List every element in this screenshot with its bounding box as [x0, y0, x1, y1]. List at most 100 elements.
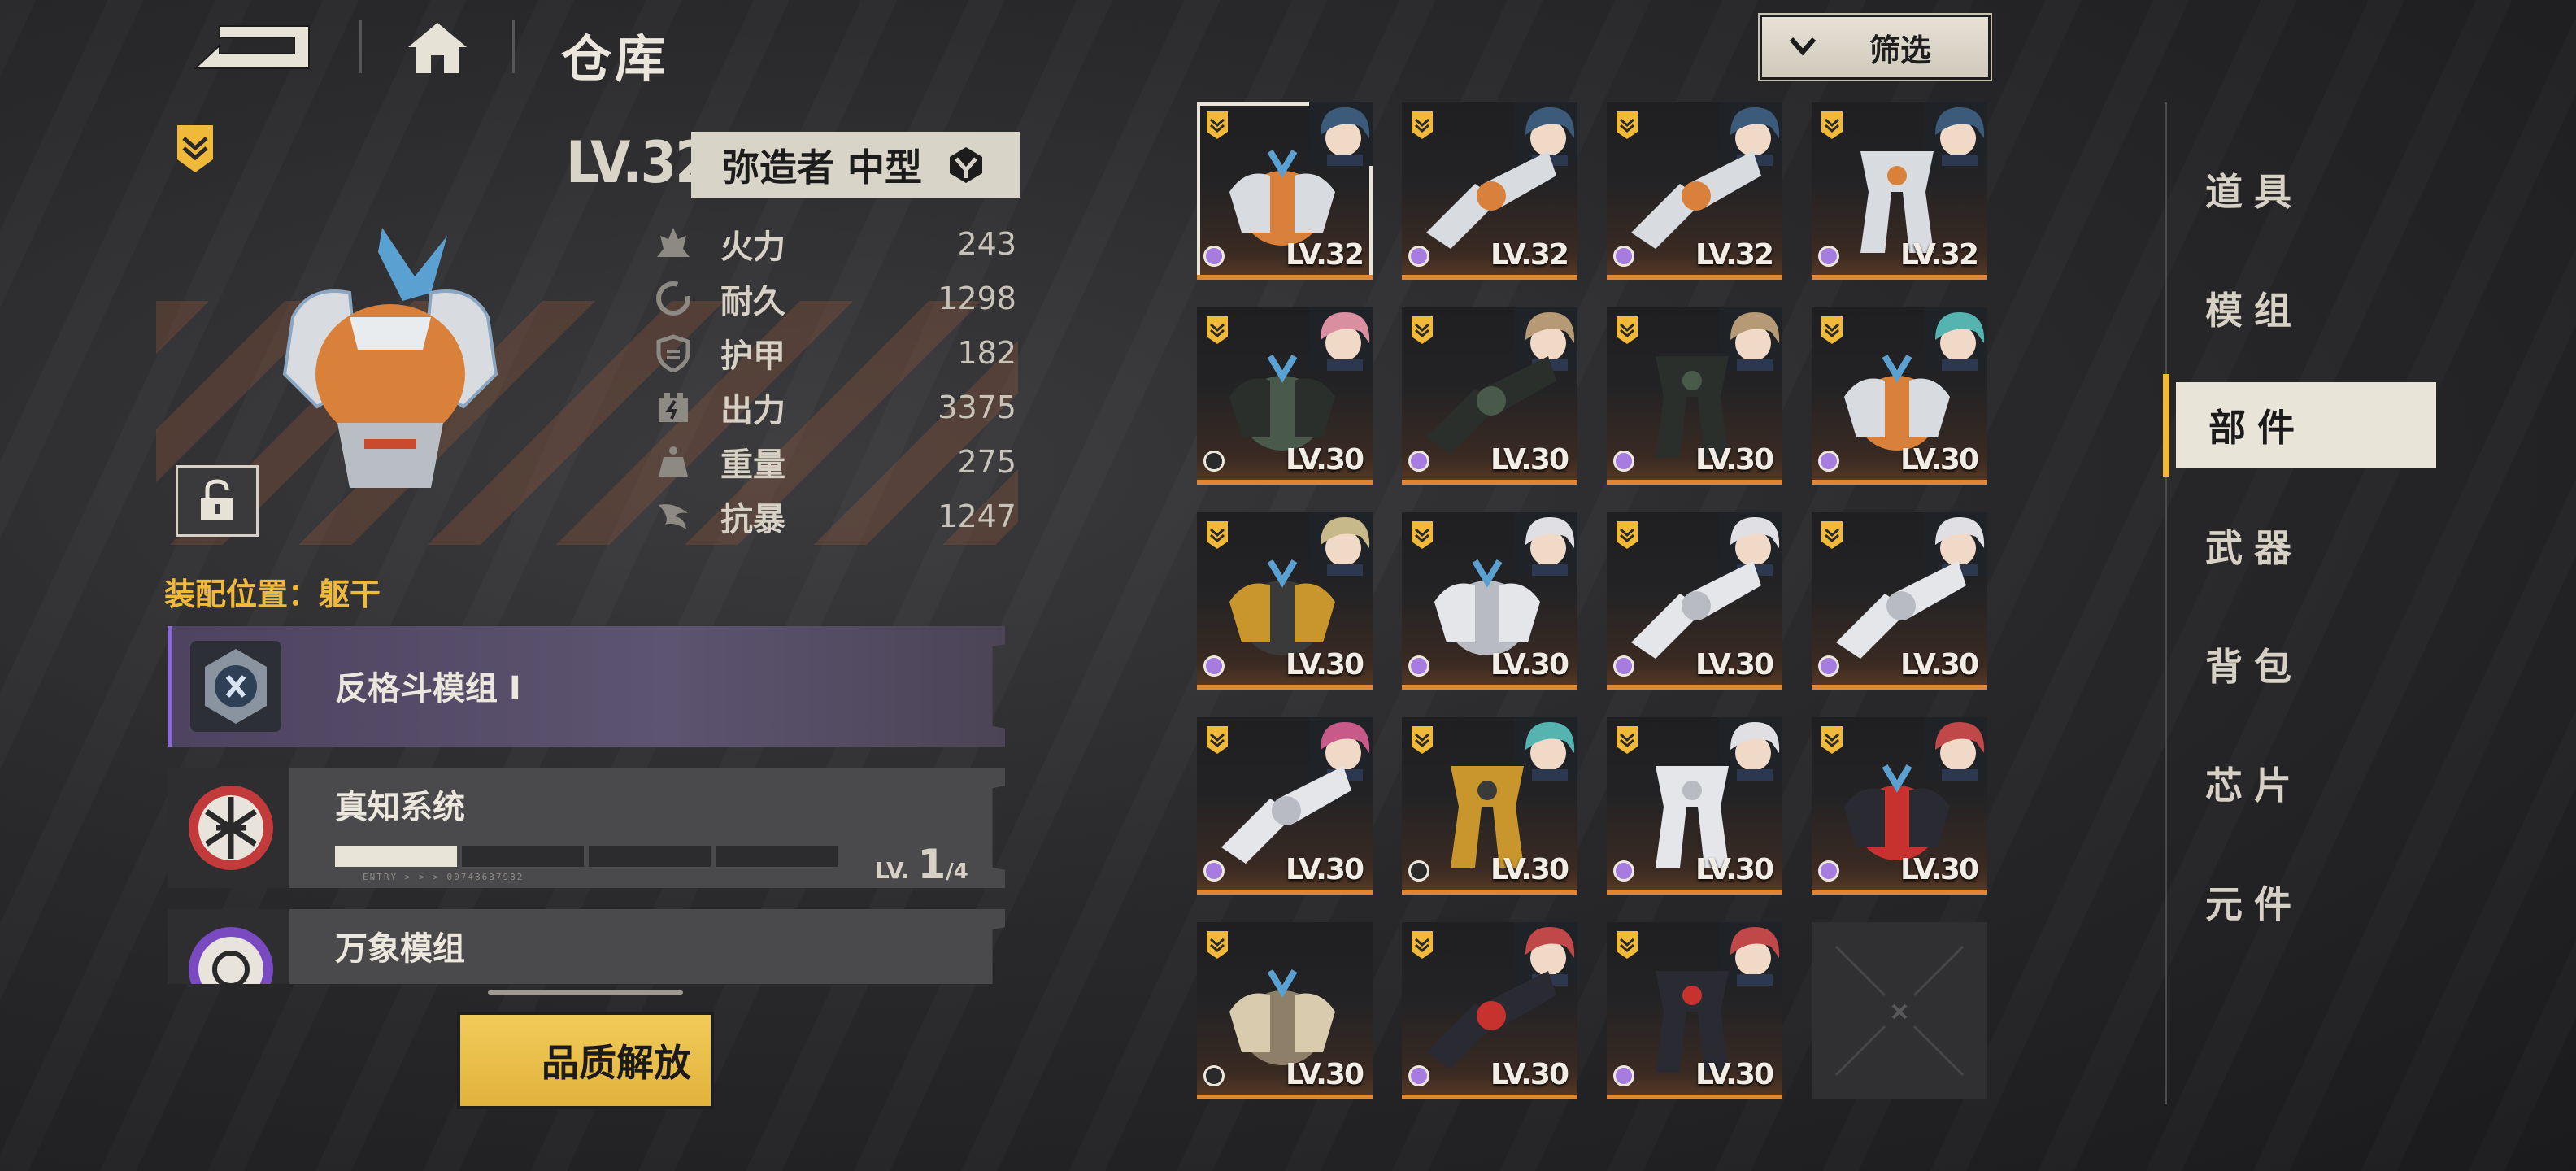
module-progress-bar [335, 846, 838, 867]
rarity-indicator [1408, 655, 1429, 677]
part-level: LV.32 [566, 130, 711, 197]
part-card[interactable]: LV.30 [1402, 512, 1577, 690]
empty-slot[interactable] [1812, 922, 1987, 1099]
module-list[interactable]: 反格斗模组 I 真知系统 ENTRY > > > 00748637982 LV.… [168, 626, 1005, 984]
stat-label: 重量 [720, 446, 785, 484]
home-button[interactable] [407, 20, 468, 75]
stat-value: 182 [957, 334, 1016, 371]
quality-unlock-button[interactable]: 品质解放 [457, 1012, 714, 1109]
lock-toggle-button[interactable] [176, 465, 259, 537]
card-level: LV.30 [1695, 853, 1774, 886]
module-name: 万象模组 [335, 930, 465, 968]
stat-row-durability: 耐久 1298 [651, 271, 1016, 325]
stat-value: 1298 [938, 280, 1016, 316]
filter-label: 筛选 [1869, 32, 1932, 68]
weight-icon [651, 441, 696, 483]
module-item-myriad[interactable]: 万象模组 1 [168, 909, 1005, 984]
part-card[interactable]: LV.30 [1812, 717, 1987, 895]
stats-list: 火力 243 耐久 1298 护甲 182 出力 3375 重量 275 抗暴 … [651, 216, 1016, 543]
part-card[interactable]: LV.30 [1812, 307, 1987, 485]
progress-segment [716, 846, 838, 867]
stat-value: 243 [957, 225, 1016, 262]
card-level: LV.30 [1286, 1058, 1364, 1091]
part-card[interactable]: LV.30 [1197, 922, 1373, 1099]
part-card[interactable]: LV.30 [1607, 512, 1782, 690]
stat-value: 1247 [938, 498, 1016, 534]
rarity-indicator [1613, 246, 1634, 267]
tab-chips[interactable]: 芯片 [2205, 756, 2303, 810]
tab-label: 背包 [2205, 645, 2303, 689]
rarity-indicator [1818, 246, 1839, 267]
part-card[interactable]: LV.30 [1197, 307, 1373, 485]
unlock-icon [201, 479, 233, 520]
quality-unlock-label: 品质解放 [542, 1041, 691, 1085]
part-card[interactable]: LV.30 [1197, 512, 1373, 690]
progress-segment [589, 846, 711, 867]
part-card[interactable]: LV.30 [1607, 922, 1782, 1099]
part-card[interactable]: LV.30 [1402, 717, 1577, 895]
part-card[interactable]: LV.30 [1402, 307, 1577, 485]
tab-label: 芯片 [2205, 764, 2303, 808]
power-output-icon [651, 386, 696, 429]
card-level: LV.30 [1490, 443, 1569, 477]
module-level-max: /4 [946, 860, 968, 884]
card-level: LV.30 [1490, 853, 1569, 886]
torso-part-image [260, 220, 520, 504]
stat-label: 出力 [720, 391, 785, 429]
module-item-true-knowledge[interactable]: 真知系统 ENTRY > > > 00748637982 LV. 1/4 [168, 768, 1005, 888]
card-level: LV.30 [1490, 648, 1569, 681]
stat-row-anti-riot: 抗暴 1247 [651, 489, 1016, 543]
back-button[interactable] [187, 21, 317, 73]
anti-melee-module-icon [187, 638, 285, 735]
part-card[interactable]: LV.30 [1607, 717, 1782, 895]
rarity-indicator [1818, 655, 1839, 677]
stat-value: 275 [957, 443, 1016, 480]
tab-label: 元件 [2205, 882, 2303, 926]
rarity-indicator [1613, 1065, 1634, 1086]
part-card[interactable]: LV.30 [1812, 512, 1987, 690]
card-level: LV.32 [1695, 238, 1774, 272]
tab-components[interactable]: 元件 [2205, 875, 2303, 929]
rarity-indicator [1203, 246, 1225, 267]
progress-segment-filled [335, 846, 457, 867]
part-card[interactable]: LV.32 [1402, 102, 1577, 280]
stat-row-firepower: 火力 243 [651, 216, 1016, 271]
rarity-indicator [1613, 655, 1634, 677]
tab-parts[interactable]: 部件 [2163, 374, 2436, 477]
part-card[interactable]: LV.32 [1607, 102, 1782, 280]
rarity-indicator [1818, 451, 1839, 472]
module-item-anti-melee[interactable]: 反格斗模组 I [168, 626, 1005, 747]
part-card[interactable]: LV.30 [1402, 922, 1577, 1099]
module-entry-code: ENTRY > > > 00748637982 [363, 872, 524, 882]
rarity-indicator [1408, 860, 1429, 882]
part-card[interactable]: LV.30 [1197, 717, 1373, 895]
page-title: 仓库 [561, 29, 669, 89]
progress-segment [462, 846, 584, 867]
stat-label: 护甲 [720, 337, 785, 375]
scroll-indicator[interactable] [488, 990, 683, 995]
part-card[interactable]: LV.32 [1197, 102, 1373, 280]
rarity-indicator [1408, 246, 1429, 267]
part-card[interactable]: LV.32 [1812, 102, 1987, 280]
card-level: LV.30 [1900, 648, 1979, 681]
tab-weapons[interactable]: 武器 [2205, 519, 2303, 572]
filter-button[interactable]: 筛选 [1758, 13, 1992, 81]
true-knowledge-system-icon [182, 779, 280, 877]
stat-row-armor: 护甲 182 [651, 325, 1016, 380]
stat-row-weight: 重量 275 [651, 434, 1016, 489]
card-level: LV.32 [1490, 238, 1569, 272]
module-level-prefix: LV. [875, 857, 910, 884]
rarity-indicator [1203, 1065, 1225, 1086]
card-level: LV.30 [1695, 1058, 1774, 1091]
tab-modules[interactable]: 模组 [2205, 281, 2303, 335]
part-card[interactable]: LV.30 [1607, 307, 1782, 485]
back-arrow-icon [193, 25, 310, 69]
anti-riot-icon [651, 495, 696, 538]
tab-backpack[interactable]: 背包 [2205, 638, 2303, 691]
armor-icon [651, 332, 696, 374]
myriad-module-icon [182, 921, 280, 984]
divider [359, 20, 362, 73]
rarity-indicator [1408, 1065, 1429, 1086]
rarity-indicator [1203, 860, 1225, 882]
tab-items[interactable]: 道具 [2205, 163, 2303, 216]
